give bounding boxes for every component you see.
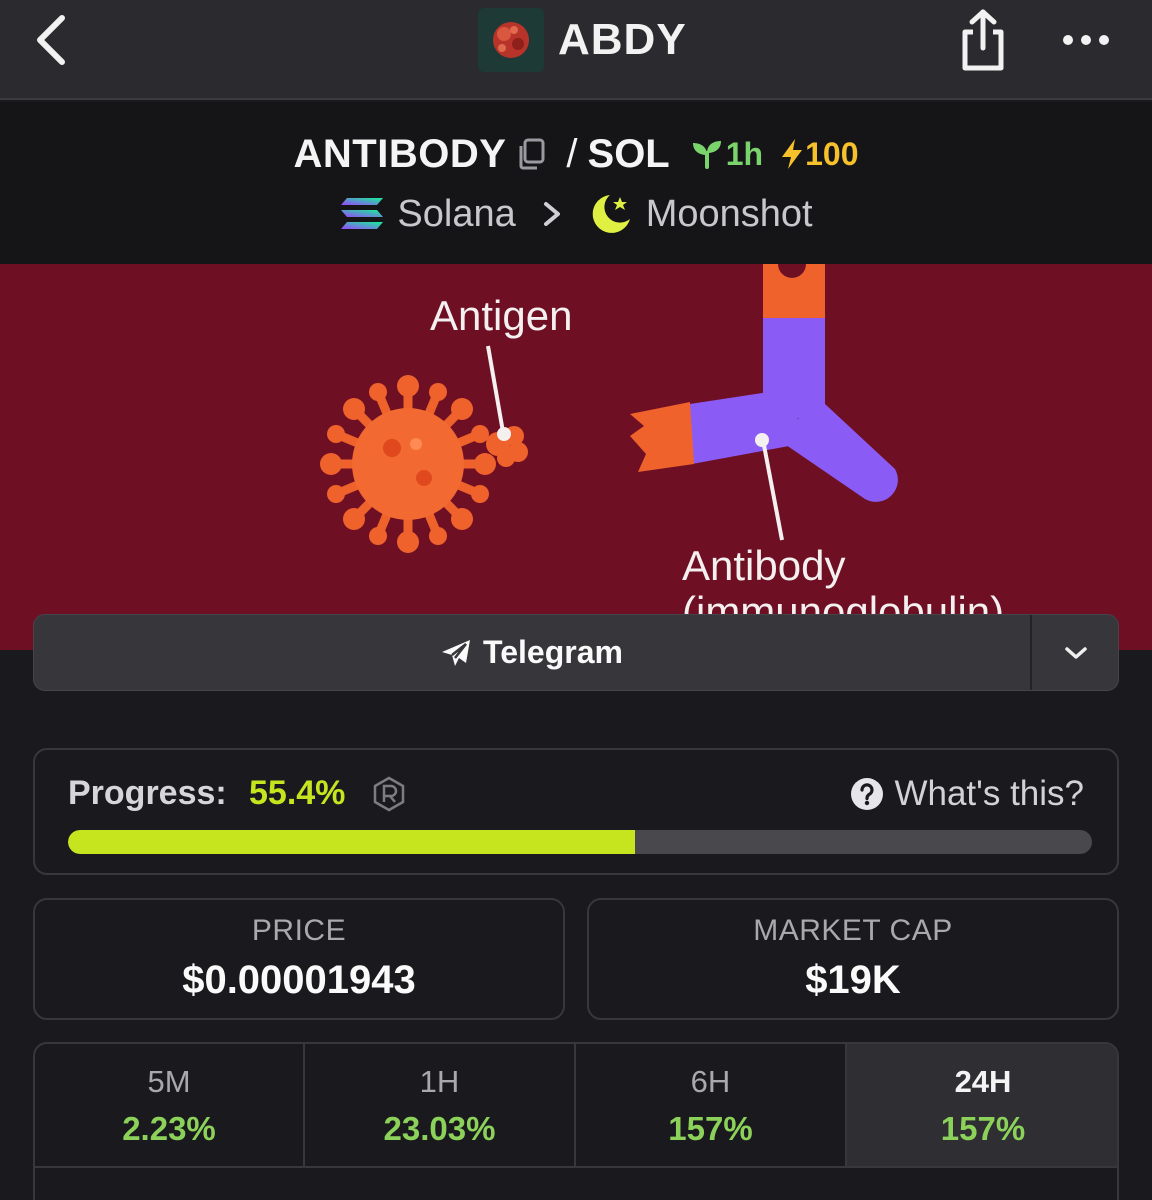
price-change-value: 23.03% <box>383 1110 496 1147</box>
sprout-icon <box>692 141 721 169</box>
solana-icon <box>341 198 384 229</box>
copy-icon[interactable] <box>516 137 546 171</box>
share-icon <box>962 9 1004 71</box>
socials-bar: Telegram <box>33 614 1119 691</box>
moonshot-icon <box>592 195 630 233</box>
progress-bar-fill <box>68 830 636 854</box>
token-avatar <box>478 8 544 72</box>
telegram-button[interactable]: Telegram <box>34 615 1030 690</box>
chain-breadcrumb: Solana Moonshot <box>0 186 1152 242</box>
timeframe-label: 5M <box>147 1064 191 1099</box>
timeframe-label: 24H <box>954 1064 1012 1099</box>
lightning-icon <box>782 139 803 169</box>
price-change-value: 157% <box>940 1110 1026 1147</box>
whats-this-label: What's this? <box>894 774 1084 813</box>
price-change-value: 2.23% <box>122 1110 216 1147</box>
pair-separator: / <box>566 131 578 176</box>
bonding-progress-card: Progress: 55.4% What's this? <box>33 748 1119 875</box>
age-value: 1h <box>725 135 764 172</box>
question-circle-icon <box>851 778 884 810</box>
tab-24h[interactable]: 24H 157% <box>847 1044 1117 1168</box>
market-cap-card: MARKET CAP $19K <box>587 898 1119 1020</box>
progress-label: Progress: <box>68 774 227 812</box>
top-nav-bar: ABDY <box>0 0 1152 100</box>
whats-this-link[interactable]: What's this? <box>850 774 1084 814</box>
base-symbol: ANTIBODY <box>293 131 507 176</box>
tab-6h[interactable]: 6H 157% <box>576 1044 847 1168</box>
price-value: $0.00001943 <box>182 958 416 1002</box>
tab-1h[interactable]: 1H 23.03% <box>305 1044 576 1168</box>
socials-dropdown-toggle[interactable] <box>1032 615 1120 690</box>
token-title: ABDY <box>478 8 687 72</box>
boost-badge: 100 <box>779 136 858 173</box>
more-horizontal-icon <box>1063 35 1109 45</box>
price-label: PRICE <box>251 914 347 947</box>
antigen-label: Antigen <box>430 292 573 339</box>
share-button[interactable] <box>955 8 1011 72</box>
chevron-right-icon <box>543 202 560 226</box>
timeframe-label: 6H <box>690 1064 731 1099</box>
price-change-tabs: 5M 2.23% 1H 23.03% 6H 157% 24H 157% <box>33 1042 1119 1200</box>
price-change-value: 157% <box>668 1110 753 1147</box>
quote-symbol: SOL <box>587 131 670 176</box>
back-button[interactable] <box>28 10 78 70</box>
pair-header: ANTIBODY / SOL 1h 100 Solana Moonshot <box>0 102 1152 264</box>
raydium-icon <box>373 776 405 812</box>
page-title: ABDY <box>558 15 687 64</box>
pair-row: ANTIBODY / SOL 1h 100 <box>0 124 1152 184</box>
more-button[interactable] <box>1058 22 1114 58</box>
tab-5m[interactable]: 5M 2.23% <box>35 1044 305 1168</box>
market-cap-label: MARKET CAP <box>753 914 953 947</box>
chevron-left-icon <box>37 15 65 65</box>
telegram-icon <box>442 639 471 666</box>
chain-link[interactable]: Solana <box>397 193 515 236</box>
chevron-down-icon <box>1065 646 1087 659</box>
timeframe-label: 1H <box>419 1064 460 1099</box>
telegram-label: Telegram <box>483 634 623 670</box>
price-card: PRICE $0.00001943 <box>33 898 565 1020</box>
boost-value: 100 <box>805 135 859 172</box>
dex-link[interactable]: Moonshot <box>646 193 813 236</box>
market-cap-value: $19K <box>805 958 901 1002</box>
progress-value: 55.4% <box>249 774 346 812</box>
age-badge: 1h <box>690 136 763 173</box>
antibody-label: Antibody <box>682 542 846 589</box>
token-banner-image: Antigen Antibody (immunoglobulin) <box>0 264 1152 650</box>
progress-bar <box>68 830 1092 854</box>
